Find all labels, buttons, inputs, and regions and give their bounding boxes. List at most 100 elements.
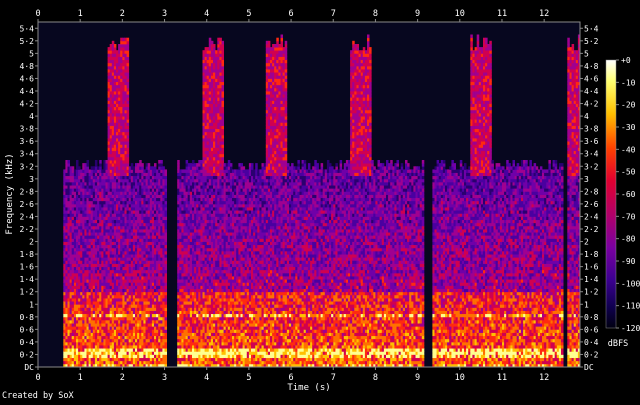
spectrogram-cell bbox=[160, 163, 163, 167]
spectrogram-cell bbox=[126, 150, 130, 155]
spectrogram-cell bbox=[143, 244, 146, 249]
spectrogram-cell bbox=[164, 348, 168, 352]
spectrogram-cell bbox=[213, 210, 216, 214]
spectrogram-cell bbox=[143, 332, 146, 337]
spectrogram-cell bbox=[120, 263, 123, 268]
spectrogram-cell bbox=[94, 279, 98, 283]
spectrogram-cell bbox=[120, 65, 123, 70]
spectrogram-cell bbox=[126, 109, 130, 114]
spectrogram-cell bbox=[120, 156, 123, 161]
spectrogram-cell bbox=[164, 219, 168, 224]
spectrogram-cell bbox=[143, 182, 146, 186]
spectrogram-cell bbox=[189, 166, 193, 170]
spectrogram-cell bbox=[120, 191, 123, 195]
spectrogram-cell bbox=[113, 44, 117, 48]
spectrogram-cell bbox=[94, 216, 98, 221]
spectrogram-cell bbox=[120, 103, 123, 108]
spectrogram-cell bbox=[120, 244, 123, 249]
spectrogram-cell bbox=[94, 357, 98, 362]
spectrogram-cell bbox=[164, 222, 168, 227]
spectrogram-cell bbox=[189, 163, 193, 167]
spectrogram-cell bbox=[192, 160, 195, 164]
spectrogram-cell bbox=[164, 225, 168, 230]
spectrogram-cell bbox=[120, 116, 123, 120]
spectrogram-cell bbox=[189, 216, 193, 221]
spectrogram-cell bbox=[164, 341, 168, 346]
spectrogram-cell bbox=[213, 269, 216, 274]
spectrogram-cell bbox=[71, 172, 75, 177]
spectrogram-cell bbox=[189, 266, 193, 271]
spectrogram-cell bbox=[213, 125, 216, 130]
spectrogram-cell bbox=[99, 163, 102, 167]
spectrogram-cell bbox=[154, 163, 157, 167]
spectrogram-cell bbox=[213, 50, 216, 54]
spectrogram-cell bbox=[120, 225, 123, 230]
spectrogram-cell bbox=[164, 203, 168, 208]
spectrogram-cell bbox=[71, 229, 75, 233]
spectrogram-cell bbox=[164, 229, 168, 233]
spectrogram-cell bbox=[94, 272, 98, 277]
spectrogram-cell bbox=[189, 197, 193, 202]
spectrogram-cell bbox=[189, 316, 193, 321]
spectrogram-cell bbox=[143, 219, 146, 224]
spectrogram-cell bbox=[213, 244, 216, 249]
spectrogram-cell bbox=[120, 138, 123, 142]
spectrogram-cell bbox=[143, 266, 146, 271]
spectrogram-cell bbox=[189, 335, 193, 340]
spectrogram-cell bbox=[120, 200, 123, 205]
spectrogram-cell bbox=[120, 197, 123, 202]
spectrogram-cell bbox=[213, 357, 216, 362]
spectrogram-cell bbox=[164, 291, 168, 296]
spectrogram-cell bbox=[164, 338, 168, 343]
spectrogram-cell bbox=[120, 81, 123, 86]
spectrogram-cell bbox=[120, 307, 123, 311]
spectrogram-cell bbox=[120, 251, 123, 255]
spectrogram-cell bbox=[213, 178, 216, 183]
spectrogram-cell bbox=[213, 62, 216, 67]
spectrogram-cell bbox=[213, 304, 216, 308]
spectrogram-cell bbox=[94, 266, 98, 271]
spectrogram-cell bbox=[71, 219, 75, 224]
spectrogram-cell bbox=[94, 294, 98, 299]
spectrogram-cell bbox=[126, 106, 130, 111]
spectrogram-cell bbox=[94, 241, 98, 246]
spectrogram-cell bbox=[126, 81, 130, 86]
spectrogram-cell bbox=[126, 91, 130, 95]
spectrogram-cell bbox=[189, 257, 193, 261]
spectrogram-cell bbox=[94, 329, 98, 333]
spectrogram-cell bbox=[143, 194, 146, 199]
spectrogram-cell bbox=[164, 310, 168, 315]
spectrogram-cell bbox=[189, 260, 193, 264]
spectrogram-cell bbox=[120, 335, 123, 340]
spectrogram-cell bbox=[94, 178, 98, 183]
spectrogram-cell bbox=[130, 163, 134, 167]
spectrogram-cell bbox=[71, 175, 75, 180]
spectrogram-cell bbox=[71, 166, 75, 170]
spectrogram-cell bbox=[189, 357, 193, 362]
spectrogram-cell bbox=[126, 113, 130, 117]
spectrogram-cell bbox=[71, 285, 75, 290]
spectrogram-cell bbox=[71, 203, 75, 208]
spectrogram-cell bbox=[213, 323, 216, 327]
spectrogram-cell bbox=[120, 310, 123, 315]
spectrogram-cell bbox=[143, 310, 146, 315]
spectrogram-cell bbox=[143, 360, 146, 365]
spectrogram-cell bbox=[94, 238, 98, 242]
spectrogram-cell bbox=[189, 272, 193, 277]
spectrogram-cell bbox=[213, 213, 216, 217]
spectrogram-cell bbox=[94, 254, 98, 258]
spectrogram-cell bbox=[71, 247, 75, 252]
spectrogram-cell bbox=[164, 304, 168, 308]
spectrogram-cell bbox=[71, 260, 75, 264]
spectrogram-cell bbox=[189, 348, 193, 352]
spectrogram-cell bbox=[177, 160, 180, 164]
spectrogram-cell bbox=[126, 147, 130, 152]
spectrogram-cell bbox=[99, 166, 102, 170]
spectrogram-cell bbox=[143, 238, 146, 242]
spectrogram-cell bbox=[164, 216, 168, 221]
spectrogram-cell bbox=[120, 160, 123, 164]
spectrogram-cell bbox=[94, 288, 98, 293]
spectrogram-cell bbox=[189, 294, 193, 299]
spectrogram-cell bbox=[213, 260, 216, 264]
spectrogram-cell bbox=[71, 335, 75, 340]
